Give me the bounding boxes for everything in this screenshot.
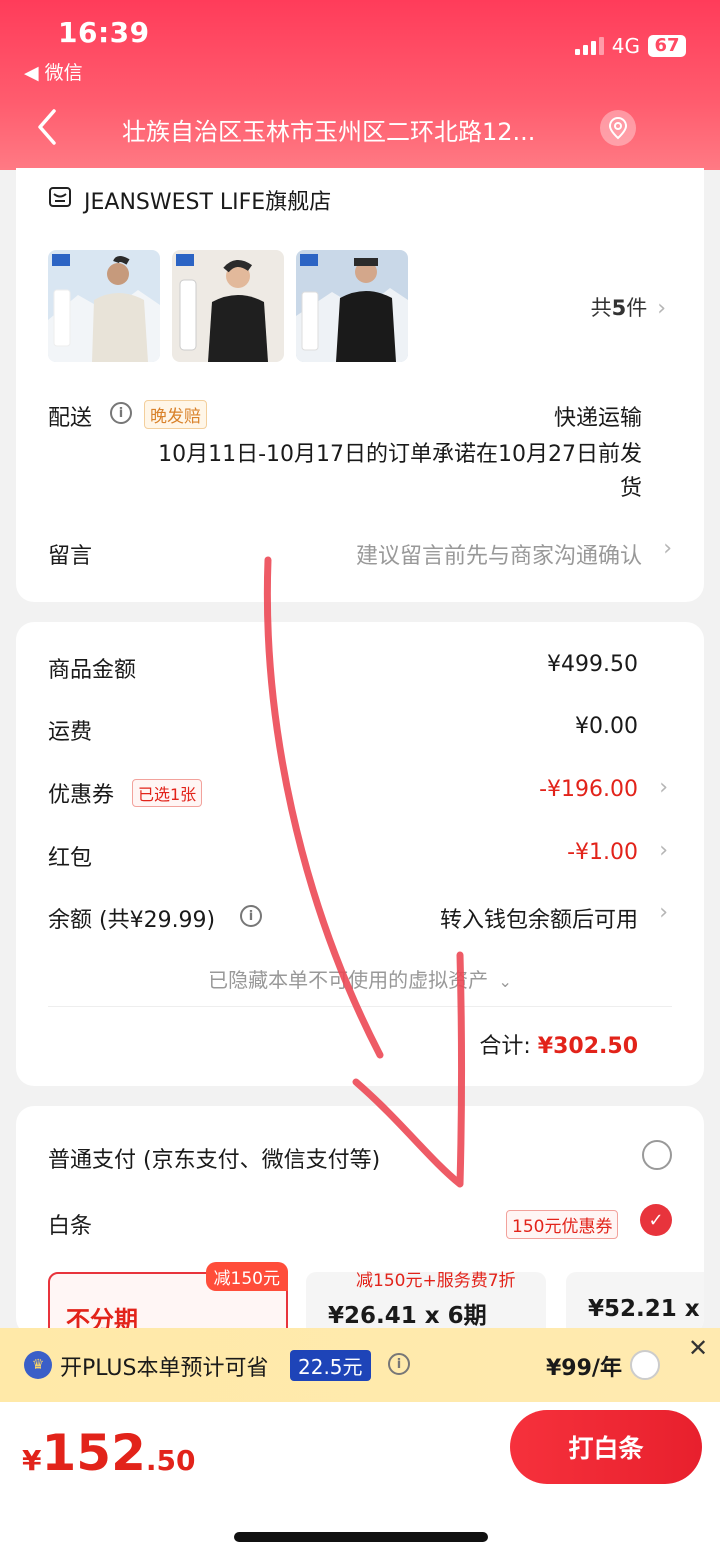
installment-subtitle: 减150元+服务费7折: [356, 1271, 516, 1291]
normal-pay-label[interactable]: 普通支付 (京东支付、微信支付等): [48, 1142, 380, 1174]
plus-savings-badge: 22.5元: [290, 1350, 371, 1381]
remark-input[interactable]: 建议留言前先与商家沟通确认: [356, 538, 642, 570]
delivery-promise-line2: 货: [619, 476, 642, 501]
header: 16:39 ◀ 微信 4G 67 壮族自治区玉林市玉州区二环北路12...: [0, 0, 720, 170]
payment-method-card: 普通支付 (京东支付、微信支付等) 白条 150元优惠券 ✓ 减150元 不分期…: [16, 1106, 704, 1336]
product-thumbnail[interactable]: [296, 250, 408, 362]
goods-amount-label: 商品金额: [48, 658, 137, 683]
currency-symbol: ¥: [22, 1444, 42, 1477]
installment-value: ¥26.41 x 6期: [328, 1303, 487, 1329]
item-count-prefix: 共: [590, 296, 612, 320]
plus-membership-bar: ♛ 开PLUS本单预计可省 22.5元 i ¥99/年 ✕: [0, 1328, 720, 1402]
store-icon: [48, 185, 72, 215]
status-indicators: 4G 67: [574, 34, 686, 58]
discount-badge: 减150元: [205, 1262, 288, 1291]
back-arrow-icon[interactable]: [36, 108, 58, 146]
remark-label: 留言: [48, 544, 93, 569]
shipping-value: ¥0.00: [575, 714, 638, 739]
chevron-right-icon: ›: [663, 536, 672, 561]
info-icon[interactable]: i: [388, 1353, 410, 1375]
normal-pay-radio[interactable]: [642, 1140, 672, 1170]
price-decimal: .50: [145, 1444, 196, 1477]
plus-price: ¥99/年: [546, 1356, 622, 1381]
chevron-right-icon: ›: [659, 775, 668, 800]
back-to-app-link[interactable]: ◀ 微信: [24, 58, 83, 85]
product-thumbnails[interactable]: [48, 250, 408, 362]
balance-value[interactable]: 转入钱包余额后可用: [440, 902, 638, 934]
coupon-selected-tag: 已选1张: [132, 779, 203, 807]
delivery-label: 配送: [48, 406, 93, 431]
shipping-label: 运费: [48, 720, 93, 745]
coupon-label: 优惠券: [48, 783, 115, 808]
info-icon[interactable]: i: [110, 402, 132, 424]
product-thumbnail[interactable]: [172, 250, 284, 362]
red-packet-label: 红包: [48, 846, 93, 871]
item-count-suffix: 件: [626, 296, 648, 320]
red-packet-value[interactable]: -¥1.00: [567, 840, 638, 865]
item-count-link[interactable]: 共5件 ›: [591, 292, 666, 322]
balance-label: 余额 (共¥29.99): [48, 908, 216, 933]
order-items-card: JEANSWEST LIFE旗舰店 共5件 › 配送 i 晚发赔 快递运输 10…: [16, 168, 704, 602]
network-type: 4G: [611, 34, 640, 58]
baitiao-label[interactable]: 白条: [48, 1208, 92, 1240]
delivery-promise-line1: 10月11日-10月17日的订单承诺在10月27日前发: [158, 442, 642, 467]
plus-promo-text: 开PLUS本单预计可省: [60, 1356, 269, 1381]
store-name: JEANSWEST LIFE旗舰店: [84, 190, 332, 215]
home-indicator[interactable]: [234, 1532, 488, 1542]
coupon-value[interactable]: -¥196.00: [539, 777, 638, 802]
pay-with-baitiao-button[interactable]: 打白条: [510, 1410, 702, 1484]
product-thumbnail[interactable]: [48, 250, 160, 362]
total-row: 合计: ¥302.50: [479, 1028, 638, 1060]
chevron-right-icon: ›: [657, 296, 666, 321]
signal-icon: [574, 37, 604, 55]
crown-icon: ♛: [24, 1351, 52, 1379]
checkout-total: ¥152.50: [22, 1424, 195, 1482]
status-time: 16:39: [58, 16, 150, 49]
total-value: ¥302.50: [537, 1034, 638, 1059]
close-icon[interactable]: ✕: [688, 1334, 708, 1362]
checkout-bar: ¥152.50 打白条: [0, 1402, 720, 1557]
installment-option-3[interactable]: ¥52.21 x: [566, 1272, 704, 1336]
installment-option-6[interactable]: 减150元+服务费7折 ¥26.41 x 6期: [306, 1271, 546, 1336]
baitiao-radio-checked-icon[interactable]: ✓: [640, 1204, 672, 1236]
info-icon[interactable]: i: [240, 905, 262, 927]
installment-value: ¥52.21 x: [588, 1296, 700, 1322]
installment-option-none[interactable]: 减150元 不分期: [48, 1262, 288, 1336]
store-header[interactable]: JEANSWEST LIFE旗舰店: [48, 184, 331, 216]
delivery-address[interactable]: 壮族自治区玉林市玉州区二环北路12...: [122, 112, 535, 147]
chevron-right-icon: ›: [659, 900, 668, 925]
hidden-assets-toggle[interactable]: 已隐藏本单不可使用的虚拟资产 ⌄: [16, 964, 704, 993]
goods-amount-value: ¥499.50: [547, 652, 638, 677]
late-delivery-tag: 晚发赔: [144, 400, 207, 429]
total-label: 合计:: [479, 1034, 531, 1059]
plus-radio[interactable]: [630, 1350, 660, 1380]
battery-icon: 67: [648, 35, 686, 57]
divider: [48, 1006, 672, 1007]
chevron-down-icon: ⌄: [498, 972, 512, 991]
item-count-number: 5: [611, 296, 627, 320]
baitiao-coupon-tag: 150元优惠券: [506, 1210, 619, 1239]
hidden-assets-note: 已隐藏本单不可使用的虚拟资产: [208, 968, 489, 992]
chevron-right-icon: ›: [659, 838, 668, 863]
delivery-method[interactable]: 快递运输: [554, 400, 642, 432]
price-summary-card: 商品金额 ¥499.50 运费 ¥0.00 优惠券 已选1张 -¥196.00 …: [16, 622, 704, 1086]
price-integer: 152: [41, 1424, 146, 1482]
location-icon[interactable]: [600, 110, 636, 146]
